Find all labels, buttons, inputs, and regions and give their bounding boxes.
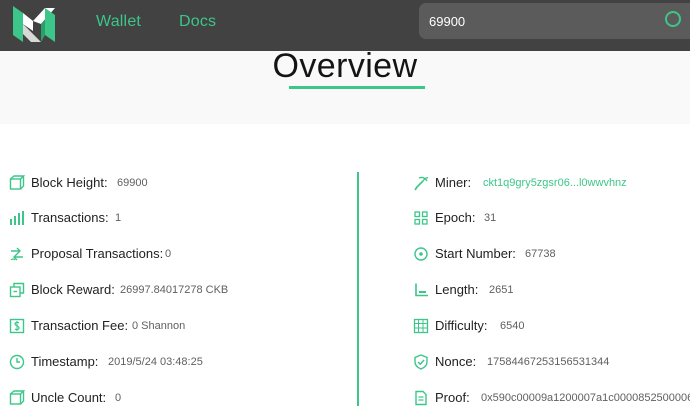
uncle-count-value: 0 xyxy=(115,392,122,404)
timestamp-label: Timestamp: xyxy=(31,354,99,369)
transactions-value: 1 xyxy=(115,212,122,224)
difficulty-icon xyxy=(413,318,429,334)
start-number-icon xyxy=(414,247,428,261)
transactions-label: Transactions: xyxy=(31,210,109,225)
search-icon[interactable] xyxy=(665,11,681,27)
uncle-count-label: Uncle Count: xyxy=(31,390,107,405)
proposal-transactions-label: Proposal Transactions: xyxy=(31,246,164,261)
epoch-label: Epoch: xyxy=(435,210,476,225)
uncle-count-icon xyxy=(9,390,25,405)
difficulty-label: Difficulty: xyxy=(435,318,488,333)
nonce-value: 17584467253156531344 xyxy=(487,356,610,368)
length-value: 2651 xyxy=(489,284,514,296)
epoch-value: 31 xyxy=(484,212,497,224)
page-title: Overview xyxy=(272,47,418,85)
nervos-logo-icon[interactable] xyxy=(11,4,57,44)
block-height-label: Block Height: xyxy=(31,175,108,190)
length-icon xyxy=(415,283,428,297)
block-reward-icon xyxy=(9,282,25,298)
block-height-icon xyxy=(9,175,25,190)
nav-docs-link[interactable]: Docs xyxy=(179,13,216,31)
length-label: Length: xyxy=(435,282,479,297)
transaction-fee-icon xyxy=(9,318,25,334)
start-number-label: Start Number: xyxy=(435,246,516,261)
transactions-icon xyxy=(10,211,24,225)
miner-label: Miner: xyxy=(435,175,472,190)
difficulty-value: 6540 xyxy=(500,320,525,332)
proposal-transactions-icon xyxy=(10,247,23,261)
nav-wallet-link[interactable]: Wallet xyxy=(96,13,141,31)
shield-check-icon xyxy=(414,354,428,370)
document-icon xyxy=(415,390,427,406)
proof-value: 0x590c00009a1200007a1c0000852500006 xyxy=(481,392,690,404)
miner-address-link[interactable]: ckt1q9gry5zgsr06...l0wwvhnz xyxy=(483,174,627,192)
proposal-transactions-value: 0 xyxy=(165,248,172,260)
title-underline xyxy=(289,86,425,89)
column-divider xyxy=(357,172,359,406)
proof-label: Proof: xyxy=(435,390,470,405)
top-navbar: Wallet Docs xyxy=(0,0,690,51)
search-input[interactable] xyxy=(429,7,679,35)
miner-icon xyxy=(414,176,429,191)
search-bar xyxy=(419,3,690,39)
clock-icon xyxy=(9,354,25,370)
block-reward-label: Block Reward: xyxy=(31,282,115,297)
nonce-label: Nonce: xyxy=(435,354,477,369)
block-height-value: 69900 xyxy=(117,177,148,189)
start-number-value: 67738 xyxy=(525,248,556,260)
block-reward-value: 26997.84017278 CKB xyxy=(120,284,229,296)
epoch-icon xyxy=(414,211,428,225)
transaction-fee-value: 0 Shannon xyxy=(132,320,186,332)
transaction-fee-label: Transaction Fee: xyxy=(31,318,129,333)
timestamp-value: 2019/5/24 03:48:25 xyxy=(108,356,203,368)
